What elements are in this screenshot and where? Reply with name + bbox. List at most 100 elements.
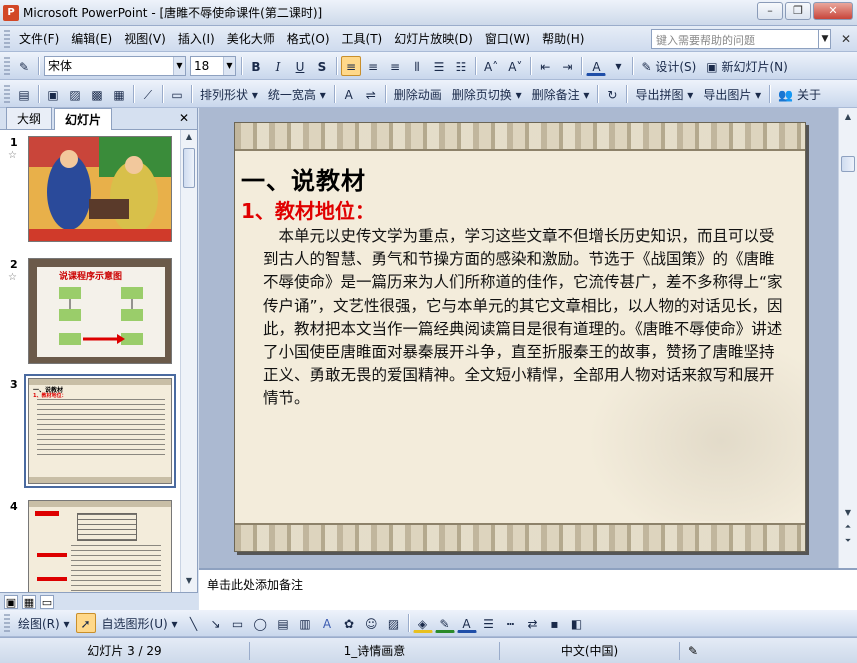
- notes-pane[interactable]: 单击此处添加备注: [199, 568, 857, 610]
- increase-indent-icon[interactable]: ⇥: [557, 56, 577, 76]
- tab-outline[interactable]: 大纲: [6, 107, 53, 129]
- vertical-textbox-icon[interactable]: ▥: [295, 613, 315, 633]
- font-color-draw-icon[interactable]: A: [456, 613, 477, 633]
- font-color-dropdown-icon[interactable]: ▼: [608, 56, 628, 76]
- menu-grip[interactable]: [4, 29, 10, 48]
- diagram-icon[interactable]: ✿: [339, 613, 359, 633]
- new-doc-icon[interactable]: ▤: [14, 84, 34, 104]
- decrease-indent-icon[interactable]: ⇤: [535, 56, 555, 76]
- menu-format[interactable]: 格式(O): [281, 30, 336, 47]
- menu-view[interactable]: 视图(V): [118, 30, 172, 47]
- sorter-view-icon[interactable]: ▦: [22, 594, 36, 609]
- slide-thumb-3[interactable]: 3 一、说教材 1、教材地位：: [6, 374, 176, 490]
- slide-body-text[interactable]: 本单元以史传文学为重点，学习这些文章不但增长历史知识，而且可以受到古人的智慧、勇…: [263, 225, 783, 411]
- rectangle-icon[interactable]: ▭: [228, 613, 248, 633]
- remove-animation-button[interactable]: 删除动画: [390, 84, 446, 104]
- scroll-thumb[interactable]: [183, 148, 195, 188]
- font-name-select[interactable]: 宋体 ▼: [44, 55, 186, 76]
- menu-insert[interactable]: 插入(I): [172, 30, 221, 47]
- new-slide-button[interactable]: ▣ 新幻灯片(N): [702, 56, 792, 76]
- slide-subheading[interactable]: 1、教材地位：: [241, 195, 375, 224]
- slide-thumb-2[interactable]: 2 ☆ 说课程序示意图: [6, 258, 176, 370]
- increase-font-icon[interactable]: A˄: [480, 56, 502, 76]
- line-icon[interactable]: ╲: [184, 613, 204, 633]
- menu-window[interactable]: 窗口(W): [479, 30, 536, 47]
- menu-help[interactable]: 帮助(H): [536, 30, 590, 47]
- toolbar-grip[interactable]: [4, 56, 10, 75]
- menu-tools[interactable]: 工具(T): [336, 30, 389, 47]
- document-close-icon[interactable]: ✕: [841, 32, 851, 46]
- scroll-down-icon[interactable]: ▼: [841, 506, 855, 520]
- scroll-up-icon[interactable]: ▲: [841, 110, 855, 124]
- fill-color-icon[interactable]: ◈: [412, 613, 433, 633]
- menu-beautify-master[interactable]: 美化大师: [221, 30, 281, 47]
- slide-thumb-4[interactable]: 4: [6, 500, 176, 592]
- thumbnails-scrollbar[interactable]: ▲ ▼: [180, 130, 197, 592]
- wordart-icon[interactable]: A: [317, 613, 337, 633]
- toolbar-grip[interactable]: [4, 84, 10, 103]
- arrange-shapes-button[interactable]: 排列形状 ▾: [196, 84, 262, 104]
- format-painter-icon[interactable]: ✎: [14, 56, 34, 76]
- help-search-input[interactable]: 键入需要帮助的问题: [651, 29, 831, 49]
- current-slide[interactable]: 一、说教材 1、教材地位： 本单元以史传文学为重点，学习这些文章不但增长历史知识…: [234, 122, 806, 552]
- decrease-font-icon[interactable]: A˅: [504, 56, 526, 76]
- bullets-icon[interactable]: ☷: [451, 56, 471, 76]
- autoshapes-button[interactable]: 自选图形(U) ▾: [98, 613, 182, 633]
- textbox-icon[interactable]: ▤: [273, 613, 293, 633]
- page-icon[interactable]: ▭: [167, 84, 187, 104]
- next-slide-icon[interactable]: ⏷: [841, 534, 855, 548]
- scroll-up-icon[interactable]: ▲: [183, 132, 195, 146]
- previous-slide-icon[interactable]: ⏶: [841, 520, 855, 534]
- help-dropdown-arrow-icon[interactable]: ▼: [818, 29, 831, 49]
- image-icon[interactable]: ▨: [65, 84, 85, 104]
- panel-close-icon[interactable]: ✕: [179, 111, 189, 125]
- align-center-icon[interactable]: ≡: [363, 56, 383, 76]
- align-left-icon[interactable]: ≡: [341, 55, 361, 76]
- close-window-button[interactable]: ✕: [813, 2, 853, 20]
- shadow-button[interactable]: S: [312, 56, 332, 76]
- design-button[interactable]: ✎ 设计(S): [637, 56, 700, 76]
- photo-icon[interactable]: ▩: [87, 84, 107, 104]
- normal-view-icon[interactable]: ▣: [4, 594, 18, 609]
- italic-button[interactable]: I: [268, 56, 288, 76]
- text-style-icon[interactable]: A: [339, 84, 359, 104]
- spellcheck-icon[interactable]: ✎: [680, 642, 706, 660]
- picture-icon[interactable]: ▣: [43, 84, 63, 104]
- export-collage-button[interactable]: 导出拼图 ▾: [631, 84, 697, 104]
- scroll-down-icon[interactable]: ▼: [183, 576, 195, 590]
- numbering-icon[interactable]: ☰: [429, 56, 449, 76]
- arrow-style-icon[interactable]: ⇄: [523, 613, 543, 633]
- bold-button[interactable]: B: [246, 56, 266, 76]
- oval-icon[interactable]: ◯: [250, 613, 271, 633]
- menu-file[interactable]: 文件(F): [13, 30, 65, 47]
- refresh-icon[interactable]: ↻: [602, 84, 622, 104]
- scroll-thumb[interactable]: [841, 156, 855, 172]
- menu-slideshow[interactable]: 幻灯片放映(D): [388, 30, 479, 47]
- spacing-icon[interactable]: ⇌: [361, 84, 381, 104]
- font-color-icon[interactable]: A: [586, 56, 607, 76]
- slide-heading[interactable]: 一、说教材: [241, 161, 366, 196]
- shadow-style-icon[interactable]: ▪: [545, 613, 565, 633]
- layout-icon[interactable]: ▦: [109, 84, 129, 104]
- remove-notes-button[interactable]: 删除备注 ▾: [528, 84, 594, 104]
- clipart-icon[interactable]: ☺: [361, 613, 382, 633]
- slide-scrollbar[interactable]: ▲ ▼ ⏶ ⏷: [838, 108, 857, 568]
- distribute-icon[interactable]: ⫴: [407, 56, 427, 76]
- insert-picture-icon[interactable]: ▨: [384, 613, 404, 633]
- about-button[interactable]: 👥 关于: [774, 84, 825, 104]
- line-color-icon[interactable]: ✎: [434, 613, 455, 633]
- uniform-size-button[interactable]: 统一宽高 ▾: [264, 84, 330, 104]
- line-style-icon[interactable]: ☰: [479, 613, 499, 633]
- tab-slides[interactable]: 幻灯片: [54, 108, 113, 130]
- align-right-icon[interactable]: ≡: [385, 56, 405, 76]
- remove-transition-button[interactable]: 删除页切换 ▾: [448, 84, 526, 104]
- toolbar-grip[interactable]: [4, 614, 10, 632]
- wand-icon[interactable]: ⟋: [138, 84, 158, 104]
- dash-style-icon[interactable]: ┅: [501, 613, 521, 633]
- slide-thumb-1[interactable]: 1 ☆: [6, 136, 176, 248]
- select-pointer-icon[interactable]: ➚: [75, 613, 96, 633]
- draw-menu-button[interactable]: 绘图(R) ▾: [14, 613, 74, 633]
- minimize-button[interactable]: –: [757, 2, 783, 20]
- 3d-style-icon[interactable]: ◧: [567, 613, 587, 633]
- menu-edit[interactable]: 编辑(E): [65, 30, 118, 47]
